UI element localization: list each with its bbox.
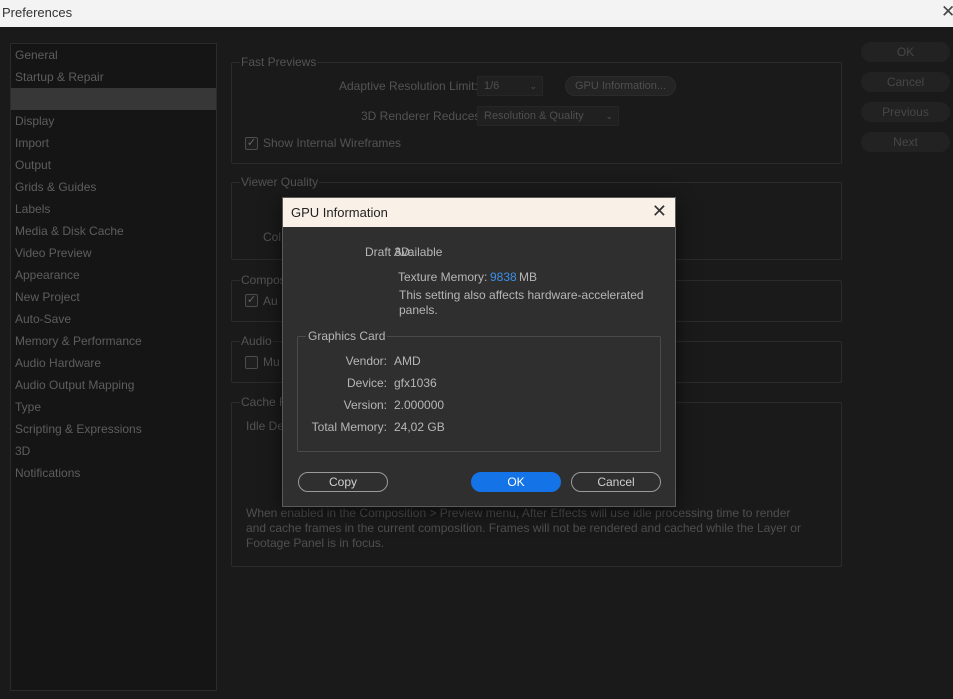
gpu-information-dialog: GPU Information ✕ Draft 3D: Available Te… <box>282 197 676 507</box>
graphics-card-legend: Graphics Card <box>306 329 388 343</box>
copy-button[interactable]: Copy <box>298 472 388 492</box>
version-value: 2.000000 <box>394 398 445 412</box>
total-memory-value: 24,02 GB <box>394 420 445 434</box>
texture-memory-value[interactable]: 9838 <box>490 270 517 284</box>
draft3d-value: Available <box>394 245 443 259</box>
dialog-cancel-button[interactable]: Cancel <box>571 472 661 492</box>
window-title: Preferences <box>2 5 73 20</box>
texture-memory-unit: MB <box>519 270 537 284</box>
device-value: gfx1036 <box>394 376 437 390</box>
window-close-icon[interactable]: ✕ <box>941 2 953 22</box>
version-label: Version: <box>343 398 387 412</box>
dialog-close-icon[interactable]: ✕ <box>652 201 667 221</box>
vendor-value: AMD <box>394 354 421 368</box>
dialog-titlebar: GPU Information ✕ <box>283 198 675 227</box>
dialog-ok-button[interactable]: OK <box>471 472 561 492</box>
note-line-1: This setting also affects hardware-accel… <box>399 288 644 302</box>
dialog-title: GPU Information <box>291 205 388 220</box>
texture-memory-label: Texture Memory: <box>398 270 488 284</box>
window-titlebar: Preferences ✕ <box>0 0 953 27</box>
vendor-label: Vendor: <box>345 354 387 368</box>
note-line-2: panels. <box>399 303 438 317</box>
device-label: Device: <box>346 376 387 390</box>
graphics-card-group: Graphics Card Vendor: AMD Device: gfx103… <box>297 329 661 452</box>
total-memory-label: Total Memory: <box>311 420 387 434</box>
